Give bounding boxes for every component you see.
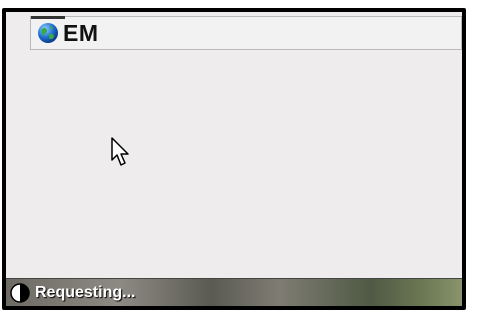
mouse-pointer-icon: [111, 137, 129, 166]
browser-window: EM Requesting...: [6, 12, 462, 306]
address-input-value[interactable]: EM: [63, 20, 99, 47]
page-content-area[interactable]: [6, 50, 462, 278]
address-bar-accent: [31, 16, 65, 19]
globe-icon: [38, 23, 58, 43]
status-text: Requesting...: [35, 283, 136, 301]
loading-half-circle-icon: [10, 282, 30, 303]
status-bar: Requesting...: [6, 278, 462, 306]
address-bar[interactable]: EM: [30, 16, 462, 50]
